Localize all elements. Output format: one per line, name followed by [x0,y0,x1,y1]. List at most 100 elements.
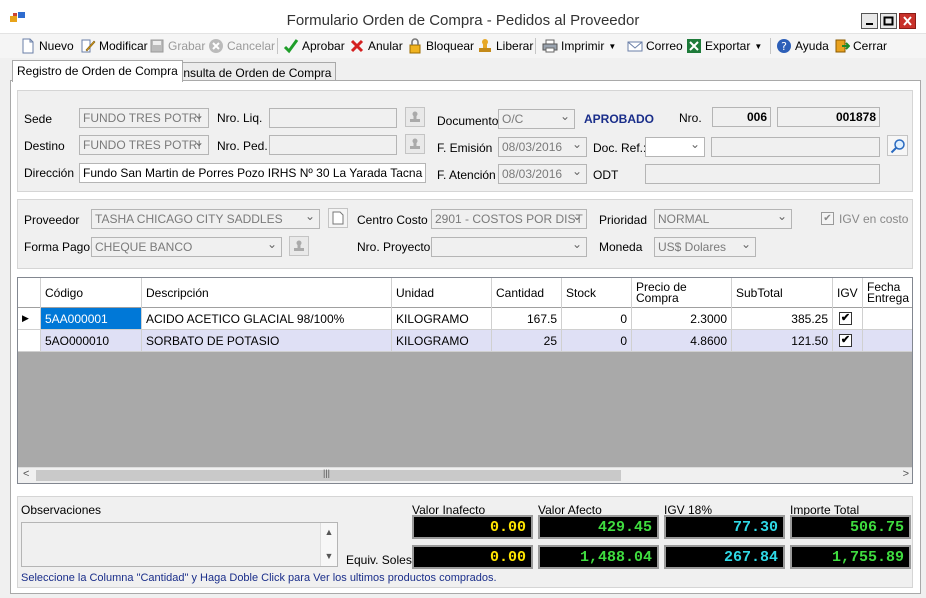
nro-ped-field[interactable] [269,135,397,155]
cancelar-button[interactable]: Cancelar [208,37,275,55]
anular-button[interactable]: Anular [349,37,403,55]
serie-field[interactable]: 006 [712,107,771,127]
cell-cantidad[interactable]: 167.5 [492,308,562,330]
cell-codigo[interactable]: 5AA000001 [41,308,142,330]
ayuda-button[interactable]: ? Ayuda [776,37,829,55]
igv-checkbox[interactable]: ✔ [839,334,852,347]
chevron-down-icon[interactable]: ▼ [608,42,616,51]
cell-subtotal[interactable]: 385.25 [732,308,833,330]
igv-costo-checkbox[interactable]: ✔ [821,212,834,225]
documento-select[interactable]: O/C [498,109,575,129]
doc-ref-field[interactable] [711,137,880,157]
liq-lookup-button[interactable] [405,107,425,127]
f-emision-date[interactable]: 08/03/2016 [498,137,587,157]
cell-subtotal[interactable]: 121.50 [732,330,833,352]
cell-igv[interactable]: ✔ [833,330,863,352]
cell-descripcion[interactable]: ACIDO ACETICO GLACIAL 98/100% [142,308,392,330]
table-row[interactable]: ▶ 5AA000001 ACIDO ACETICO GLACIAL 98/100… [18,308,912,330]
excel-icon [687,39,701,53]
column-header-unidad[interactable]: Unidad [392,278,492,308]
grip-icon: ||| [323,468,331,478]
direccion-field[interactable]: Fundo San Martin de Porres Pozo IRHS Nº … [79,163,426,183]
nro-label: Nro. [679,111,702,125]
table-row[interactable]: 5AO000010 SORBATO DE POTASIO KILOGRAMO 2… [18,330,912,352]
cell-igv[interactable]: ✔ [833,308,863,330]
column-header-descripcion[interactable]: Descripción [142,278,392,308]
scrollbar-thumb[interactable]: ||| [36,468,621,481]
chevron-down-icon[interactable]: ▼ [754,42,762,51]
liberar-button[interactable]: Liberar [477,37,533,55]
cerrar-button[interactable]: Cerrar [834,37,887,55]
scroll-up-icon[interactable]: ▲ [321,523,337,541]
imprimir-button[interactable]: Imprimir ▼ [542,37,616,55]
prioridad-select[interactable]: NORMAL [654,209,792,229]
cell-stock[interactable]: 0 [562,330,632,352]
horizontal-scrollbar[interactable]: < ||| > [18,467,912,483]
scroll-left-icon[interactable]: < [23,468,29,480]
pen-igv-value: 267.84 [664,545,785,569]
column-header-stock[interactable]: Stock [562,278,632,308]
correo-button[interactable]: Correo [627,37,683,55]
exportar-button[interactable]: Exportar ▼ [686,37,762,55]
cell-fecha[interactable] [863,330,912,352]
help-icon: ? [777,39,791,53]
odt-label: ODT [593,168,619,182]
cell-cantidad[interactable]: 25 [492,330,562,352]
cell-fecha[interactable] [863,308,912,330]
cell-precio[interactable]: 4.8600 [632,330,732,352]
cell-precio[interactable]: 2.3000 [632,308,732,330]
moneda-select[interactable]: US$ Dolares [654,237,756,257]
close-button[interactable] [899,13,916,29]
column-header-subtotal[interactable]: SubTotal [732,278,833,308]
tab-consulta[interactable]: Consulta de Orden de Compra [163,62,337,82]
svg-text:?: ? [781,40,787,53]
row-selector-arrow[interactable]: ▶ [18,308,41,330]
nro-proyecto-select[interactable] [431,237,587,257]
cell-unidad[interactable]: KILOGRAMO [392,308,492,330]
column-header-cantidad[interactable]: Cantidad [492,278,562,308]
precio-header-line2: Compra [636,291,679,305]
f-atencion-date[interactable]: 08/03/2016 [498,164,587,184]
forma-pago-select[interactable]: CHEQUE BANCO [91,237,282,257]
igv-checkbox[interactable]: ✔ [839,312,852,325]
ped-lookup-button[interactable] [405,134,425,154]
cell-codigo[interactable]: 5AO000010 [41,330,142,352]
cell-descripcion[interactable]: SORBATO DE POTASIO [142,330,392,352]
aprobar-button[interactable]: Aprobar [283,37,345,55]
search-button[interactable] [887,135,908,156]
mail-icon [627,41,643,52]
forma-pago-button[interactable] [289,236,309,256]
nuevo-button[interactable]: Nuevo [20,37,74,55]
scroll-right-icon[interactable]: > [903,468,909,480]
minimize-button[interactable] [861,13,878,29]
observaciones-textarea[interactable]: ▲ ▼ [21,522,338,567]
items-grid[interactable]: Código Descripción Unidad Cantidad Stock… [17,277,913,484]
toolbar-separator [277,38,278,54]
maximize-button[interactable] [880,13,897,29]
column-header-fecha[interactable]: Fecha Entrega [863,278,912,308]
odt-field[interactable] [645,164,880,184]
centro-costo-select[interactable]: 2901 - COSTOS POR DIST [431,209,587,229]
destino-select[interactable]: FUNDO TRES POTRI [79,135,209,155]
sede-select[interactable]: FUNDO TRES POTRI [79,108,209,128]
bloquear-button[interactable]: Bloquear [407,37,474,55]
scroll-down-icon[interactable]: ▼ [321,547,337,565]
column-header-codigo[interactable]: Código [41,278,142,308]
column-header-precio[interactable]: Precio de Compra [632,278,732,308]
modificar-button[interactable]: Modificar [80,37,148,55]
vertical-scrollbar[interactable]: ▲ ▼ [320,523,337,566]
observaciones-label: Observaciones [21,503,102,517]
exit-icon [835,39,850,53]
cell-unidad[interactable]: KILOGRAMO [392,330,492,352]
numero-field[interactable]: 001878 [777,107,880,127]
doc-ref-label: Doc. Ref.: [593,141,647,155]
proveedor-select[interactable]: TASHA CHICAGO CITY SADDLES [91,209,320,229]
nro-liq-field[interactable] [269,108,397,128]
cell-stock[interactable]: 0 [562,308,632,330]
column-header-igv[interactable]: IGV [833,278,863,308]
row-selector[interactable] [18,330,41,352]
proveedor-detail-button[interactable] [328,208,348,228]
doc-ref-select[interactable] [645,137,705,157]
grabar-button[interactable]: Grabar [149,37,205,55]
tab-registro[interactable]: Registro de Orden de Compra [12,60,183,82]
